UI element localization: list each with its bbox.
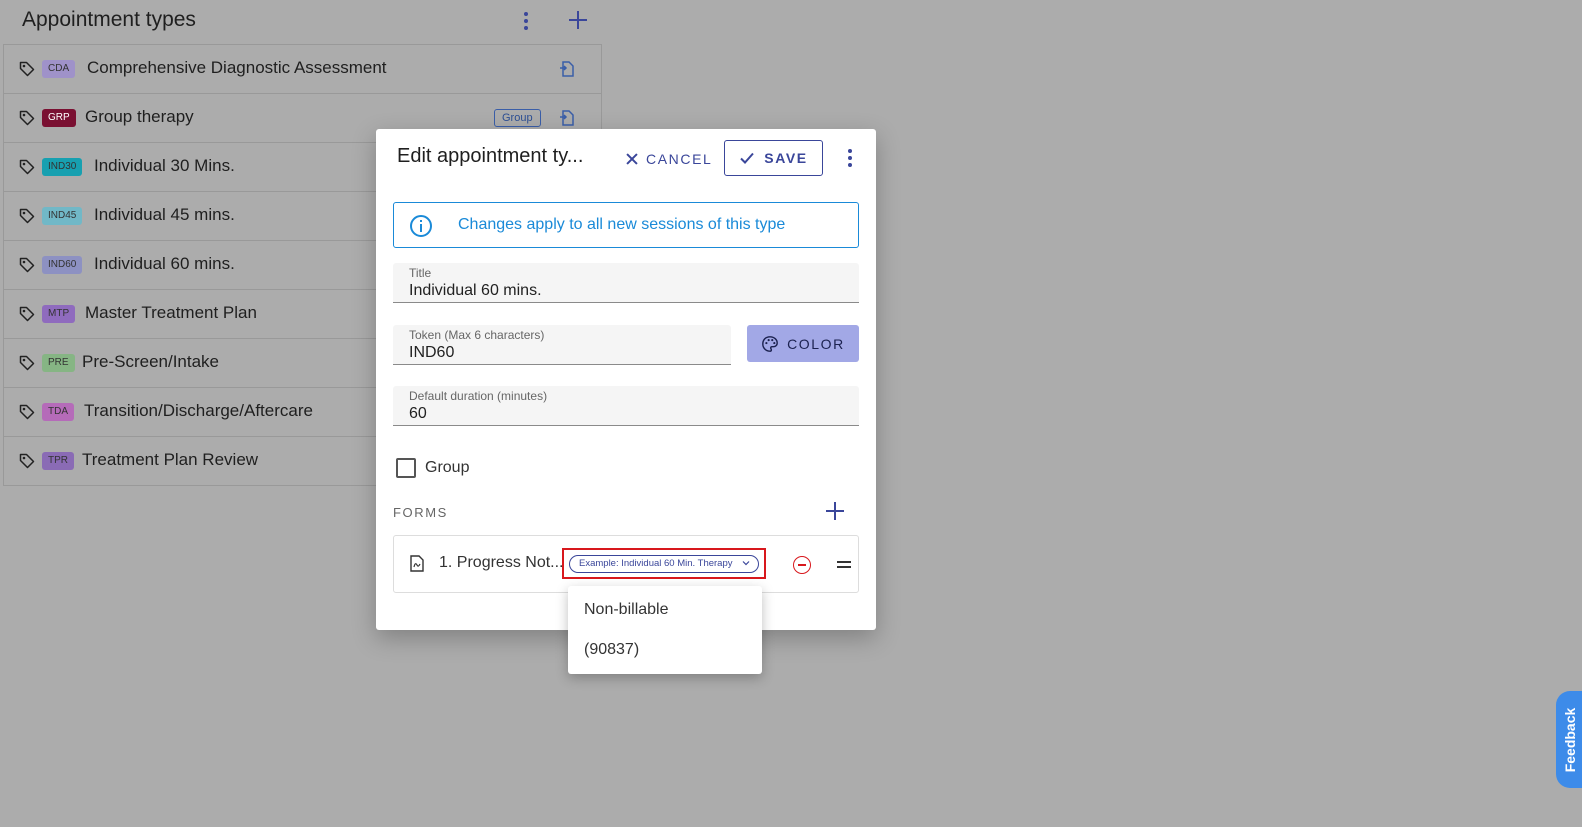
cancel-label: CANCEL [646,151,713,167]
info-text: Changes apply to all new sessions of thi… [458,216,786,233]
group-checkbox-label: Group [425,459,470,476]
linked-form-icon[interactable] [558,109,576,127]
token-field[interactable]: Token (Max 6 characters) [393,325,731,365]
tag-icon [19,355,35,371]
color-label: COLOR [787,335,845,352]
title-field-label: Title [409,266,432,280]
palette-icon [762,335,779,352]
menu-item-non-billable[interactable]: Non-billable [568,590,762,630]
remove-form-icon[interactable] [793,556,811,574]
add-form-button[interactable] [824,500,846,522]
token-badge: IND60 [42,256,83,274]
appointment-type-label: Individual 30 Mins. [94,156,235,175]
close-icon [626,153,638,165]
dialog-more-options-icon[interactable] [840,146,860,170]
token-badge: CDA [42,60,76,78]
appointment-type-row[interactable]: CDA Comprehensive Diagnostic Assessment [4,45,601,94]
token-badge: PRE [42,354,75,372]
tag-icon [19,61,35,77]
token-badge: GRP [42,109,76,127]
page-title: Appointment types [22,8,196,31]
token-input[interactable] [409,344,715,362]
panel-header: Appointment types [0,0,600,42]
form-name: 1. Progress Not... [439,554,564,571]
info-banner: Changes apply to all new sessions of thi… [393,202,859,248]
appointment-type-label: Comprehensive Diagnostic Assessment [87,58,387,77]
tag-icon [19,110,35,126]
add-appointment-type-button[interactable] [566,8,590,32]
title-field[interactable]: Title [393,263,859,303]
appointment-type-label: Pre-Screen/Intake [82,352,220,371]
billing-code-select[interactable]: Example: Individual 60 Min. Therapy [569,555,759,573]
tag-icon [19,208,35,224]
linked-form-icon[interactable] [558,60,576,78]
appointment-type-label: Individual 45 mins. [94,205,235,224]
tag-icon [19,404,35,420]
tag-icon [19,306,35,322]
token-badge: IND30 [42,158,83,176]
more-options-icon[interactable] [516,8,536,34]
cancel-button[interactable]: CANCEL [620,141,718,177]
forms-heading: FORMS [393,505,448,520]
appointment-type-label: Group therapy [85,107,194,126]
token-field-label: Token (Max 6 characters) [409,328,545,342]
title-input[interactable] [409,282,843,300]
appointment-type-label: Transition/Discharge/Aftercare [84,401,313,420]
token-badge: MTP [42,305,76,323]
token-badge: TPR [42,452,74,470]
form-list-item: 1. Progress Not... Example: Individual 6… [393,535,859,593]
edit-appointment-type-dialog: Edit appointment ty... CANCEL SAVE Chang… [376,129,876,630]
token-badge: TDA [42,403,74,421]
appointment-type-label: Master Treatment Plan [85,303,257,322]
group-checkbox-row[interactable]: Group [396,456,469,480]
feedback-tab[interactable]: Feedback [1556,691,1582,788]
group-badge: Group [494,109,541,127]
tag-icon [19,453,35,469]
info-icon [410,215,432,237]
tag-icon [19,257,35,273]
appointment-type-label: Individual 60 mins. [94,254,235,273]
drag-handle-icon[interactable] [837,561,851,569]
tag-icon [19,159,35,175]
document-icon [410,555,424,572]
save-label: SAVE [764,150,808,166]
duration-field[interactable]: Default duration (minutes) [393,386,859,426]
color-button[interactable]: COLOR [747,325,859,362]
dialog-title: Edit appointment ty... [397,145,584,167]
save-button[interactable]: SAVE [724,140,823,176]
billing-code-value: Example: Individual 60 Min. Therapy [579,558,733,569]
duration-input[interactable] [409,405,843,423]
chevron-down-icon [742,561,750,566]
duration-field-label: Default duration (minutes) [409,389,548,403]
token-badge: IND45 [42,207,83,225]
group-checkbox[interactable] [396,458,416,478]
appointment-type-label: Treatment Plan Review [82,450,259,469]
check-icon [740,152,754,164]
feedback-label: Feedback [1562,707,1578,772]
billing-select-highlight: Example: Individual 60 Min. Therapy [562,548,766,579]
menu-item-90837[interactable]: (90837) [568,630,762,670]
billing-code-menu: Non-billable (90837) [568,586,762,674]
